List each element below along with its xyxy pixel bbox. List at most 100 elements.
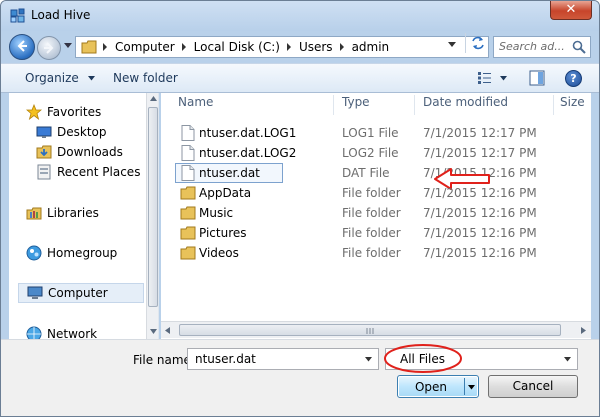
- desktop-icon: [36, 126, 52, 138]
- chevron-down-icon[interactable]: [365, 357, 372, 362]
- nav-item-label: Network: [47, 327, 98, 339]
- breadcrumb: Computer Local Disk (C:) Users admin: [100, 40, 393, 54]
- nav-item-downloads[interactable]: Downloads: [36, 142, 158, 162]
- nav-item-label: Homegroup: [47, 246, 118, 260]
- red-highlight-ellipse-icon: [384, 344, 462, 373]
- libraries-icon: [26, 207, 42, 220]
- downloads-icon: [36, 145, 52, 159]
- homegroup-icon: [26, 245, 42, 261]
- column-header-size[interactable]: Size: [560, 95, 585, 115]
- column-header-type[interactable]: Type: [342, 95, 370, 115]
- file-row[interactable]: ntuser.dat.LOG2 LOG2 File 7/1/2015 12:17…: [169, 143, 573, 163]
- file-type: File folder: [342, 186, 401, 200]
- navigation-pane: Favorites Desktop Downloads Recent Place…: [9, 93, 159, 339]
- breadcrumb-users[interactable]: Users: [296, 40, 337, 54]
- nav-item-label: Libraries: [47, 206, 99, 220]
- new-folder-button[interactable]: New folder: [113, 71, 178, 85]
- folder-row[interactable]: Pictures File folder 7/1/2015 12:16 PM: [169, 223, 573, 243]
- change-view-icon[interactable]: [477, 71, 493, 85]
- scroll-down-icon[interactable]: [150, 329, 157, 334]
- file-row[interactable]: ntuser.dat.LOG1 LOG1 File 7/1/2015 12:17…: [169, 123, 573, 143]
- file-row-selected[interactable]: ntuser.dat DAT File 7/1/2015 12:16 PM: [169, 163, 573, 183]
- breadcrumb-computer[interactable]: Computer: [112, 40, 179, 54]
- nav-item-desktop[interactable]: Desktop: [36, 122, 158, 142]
- navigation-scrollbar[interactable]: [146, 93, 158, 339]
- nav-item-network[interactable]: Network: [26, 324, 158, 339]
- navigation-scrollbar-thumb[interactable]: [148, 107, 158, 307]
- folder-row[interactable]: Music File folder 7/1/2015 12:16 PM: [169, 203, 573, 223]
- column-header-date-modified[interactable]: Date modified: [423, 95, 508, 115]
- back-button[interactable]: [9, 34, 35, 60]
- more-views-dropdown-icon[interactable]: [500, 76, 507, 81]
- nav-item-homegroup[interactable]: Homegroup: [26, 243, 158, 263]
- nav-item-label: Favorites: [47, 105, 102, 119]
- address-bar[interactable]: Computer Local Disk (C:) Users admin: [75, 36, 489, 58]
- nav-item-label: Desktop: [57, 125, 107, 139]
- scroll-right-icon[interactable]: [581, 327, 586, 334]
- search-box[interactable]: [493, 36, 591, 58]
- file-name-combobox[interactable]: [187, 348, 379, 370]
- folder-row[interactable]: Videos File folder 7/1/2015 12:16 PM: [169, 243, 573, 263]
- file-name-input[interactable]: [195, 352, 345, 366]
- scroll-left-icon[interactable]: [165, 327, 170, 334]
- file-date: 7/1/2015 12:16 PM: [423, 226, 537, 240]
- chevron-down-icon[interactable]: [564, 357, 571, 362]
- close-button[interactable]: ✕: [550, 1, 592, 20]
- nav-item-recent-places[interactable]: Recent Places: [36, 162, 158, 182]
- column-header-name[interactable]: Name: [178, 95, 213, 115]
- scroll-up-icon[interactable]: [150, 96, 157, 101]
- folder-icon: [180, 226, 196, 240]
- file-type: LOG1 File: [342, 126, 399, 140]
- file-date: 7/1/2015 12:16 PM: [423, 206, 537, 220]
- title-bar[interactable]: Load Hive ✕: [1, 1, 599, 31]
- search-icon[interactable]: [572, 40, 586, 54]
- preview-pane-icon[interactable]: [529, 70, 545, 86]
- nav-item-libraries[interactable]: Libraries: [26, 203, 158, 223]
- recent-locations-dropdown-icon[interactable]: [64, 43, 72, 49]
- column-separator[interactable]: [414, 95, 415, 115]
- forward-button[interactable]: [37, 36, 61, 60]
- organize-button[interactable]: Organize: [25, 71, 95, 85]
- nav-item-favorites[interactable]: Favorites: [26, 102, 158, 122]
- cancel-button[interactable]: Cancel: [488, 375, 578, 398]
- refresh-button[interactable]: [465, 33, 489, 53]
- organize-label: Organize: [25, 71, 79, 85]
- column-separator[interactable]: [333, 95, 334, 115]
- folder-row[interactable]: AppData File folder 7/1/2015 12:16 PM: [169, 183, 573, 203]
- file-date: 7/1/2015 12:17 PM: [423, 126, 537, 140]
- open-button-label: Open: [414, 380, 448, 394]
- nav-item-label: Recent Places: [57, 165, 141, 179]
- nav-item-label: Computer: [48, 286, 108, 300]
- scroll-grip-icon: [366, 328, 374, 334]
- breadcrumb-admin[interactable]: admin: [349, 40, 394, 54]
- refresh-icon: [472, 36, 484, 50]
- help-button[interactable]: ?: [565, 70, 582, 87]
- file-type: File folder: [342, 206, 401, 220]
- file-type: File folder: [342, 246, 401, 260]
- open-split-divider: [464, 378, 465, 395]
- open-button[interactable]: Open: [397, 375, 479, 398]
- file-name-label: File name:: [133, 353, 195, 367]
- chevron-down-icon: [87, 76, 95, 81]
- file-date: 7/1/2015 12:16 PM: [423, 246, 537, 260]
- nav-item-label: Downloads: [57, 145, 123, 159]
- horizontal-scrollbar[interactable]: [161, 321, 591, 338]
- nav-item-computer[interactable]: Computer: [18, 283, 144, 303]
- breadcrumb-local-disk[interactable]: Local Disk (C:): [191, 40, 284, 54]
- open-options-dropdown-icon[interactable]: [468, 385, 475, 390]
- column-separator[interactable]: [553, 95, 554, 115]
- network-icon: [26, 326, 42, 339]
- registry-editor-icon: [10, 8, 25, 23]
- file-name: AppData: [199, 186, 252, 200]
- file-icon: [181, 145, 195, 161]
- address-history-dropdown-icon[interactable]: [448, 42, 456, 48]
- horizontal-scrollbar-thumb[interactable]: [179, 324, 561, 336]
- breadcrumb-separator-icon[interactable]: [337, 40, 349, 54]
- breadcrumb-separator-icon[interactable]: [100, 40, 112, 54]
- computer-icon: [27, 286, 43, 299]
- window-title: Load Hive: [31, 8, 91, 22]
- command-toolbar: Organize New folder ?: [1, 63, 599, 93]
- breadcrumb-separator-icon[interactable]: [284, 40, 296, 54]
- breadcrumb-separator-icon[interactable]: [179, 40, 191, 54]
- search-input[interactable]: [499, 40, 569, 53]
